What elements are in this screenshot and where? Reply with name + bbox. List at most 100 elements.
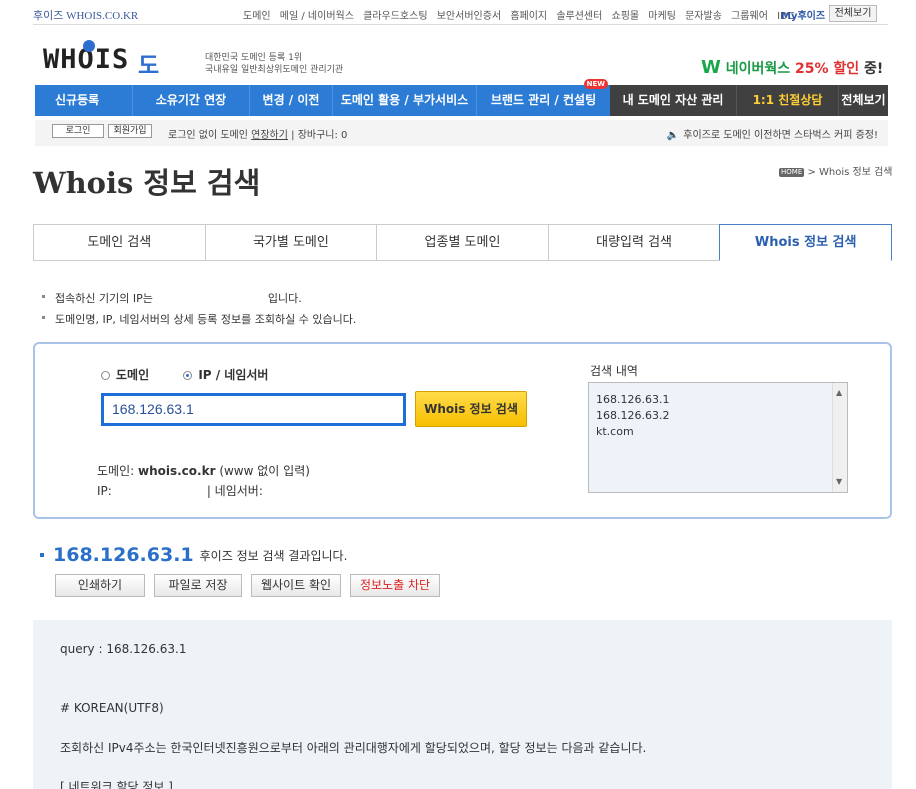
promo-tail: 중! — [864, 61, 884, 77]
logo-dot-icon — [83, 40, 95, 52]
top-link-mail[interactable]: 메일 / 네이버웍스 — [280, 11, 354, 22]
help-domain-pre: 도메인: — [97, 464, 138, 478]
nav-renewal[interactable]: 소유기간 연장 — [133, 85, 250, 116]
radio-ip-nameserver[interactable]: IP / 네임서버 — [183, 368, 268, 382]
tagline-line-2: 국내유일 일반최상위도메인 관리기관 — [205, 65, 344, 75]
radio-domain-label: 도메인 — [116, 368, 150, 382]
promo-naverworks: 네이버웍스 — [725, 61, 791, 77]
search-type-radios: 도메인 IP / 네임서버 — [101, 366, 268, 383]
login-message: 로그인 없이 도메인 연장하기 | 장바구니: 0 — [168, 126, 347, 141]
cart-count[interactable]: | 장바구니: 0 — [291, 130, 347, 141]
main-nav-account: 내 도메인 자산 관리 1:1 친절상담 전체보기 — [610, 85, 888, 116]
save-file-button[interactable]: 파일로 저장 — [154, 574, 242, 597]
top-link-shop[interactable]: 쇼핑몰 — [612, 11, 640, 22]
help-ns-label: | 네임서버: — [206, 484, 263, 498]
login-button[interactable]: 로그인 — [52, 124, 104, 138]
top-link-domain[interactable]: 도메인 — [243, 11, 271, 22]
nav-view-all[interactable]: 전체보기 — [839, 85, 888, 116]
site-name-link[interactable]: 후이즈 WHOIS.CO.KR — [33, 7, 138, 23]
top-link-marketing[interactable]: 마케팅 — [648, 11, 676, 22]
tab-whois-search[interactable]: Whois 정보 검색 — [719, 224, 892, 261]
tab-bulk-search[interactable]: 대량입력 검색 — [547, 224, 720, 261]
main-nav: 신규등록 소유기간 연장 변경 / 이전 도메인 활용 / 부가서비스 브랜드 … — [35, 79, 888, 116]
my-whois-link[interactable]: My후이즈 — [781, 7, 825, 22]
result-encoding-line: # KOREAN(UTF8) — [60, 701, 164, 715]
notice-ip: 접속하신 기기의 IP는 입니다. — [40, 290, 356, 306]
result-suffix: 후이즈 정보 검색 결과입니다. — [199, 548, 348, 563]
radio-ip-label: IP / 네임서버 — [198, 368, 269, 382]
top-service-links: 도메인 메일 / 네이버웍스 클라우드호스팅 보안서버인증서 홈페이지 솔루션센… — [243, 7, 801, 22]
top-link-homepage[interactable]: 홈페이지 — [510, 11, 547, 22]
breadcrumb-current: > Whois 정보 검색 — [807, 167, 893, 178]
nav-new-registration[interactable]: 신규등록 — [35, 85, 133, 116]
nav-change-transfer[interactable]: 변경 / 이전 — [250, 85, 333, 116]
notice-ip-pre: 접속하신 기기의 IP는 — [55, 292, 153, 305]
search-tabs: 도메인 검색 국가별 도메인 업종별 도메인 대량입력 검색 Whois 정보 … — [33, 224, 892, 261]
help-domain-example: whois.co.kr — [137, 464, 216, 478]
help-domain: 도메인: whois.co.kr (www 없이 입력) — [97, 462, 310, 479]
view-all-button[interactable]: 전체보기 — [829, 5, 877, 22]
search-history-list[interactable]: 168.126.63.1 168.126.63.2 kt.com ▲ ▼ — [588, 382, 848, 493]
login-bar: 로그인 회원가입 로그인 없이 도메인 연장하기 | 장바구니: 0 🔈 후이즈로… — [35, 120, 888, 146]
tab-domain-search[interactable]: 도메인 검색 — [33, 224, 205, 261]
nav-consult[interactable]: 1:1 친절상담 — [737, 85, 839, 116]
check-website-button[interactable]: 웹사이트 확인 — [251, 574, 341, 597]
main-nav-services: 신규등록 소유기간 연장 변경 / 이전 도메인 활용 / 부가서비스 브랜드 … — [35, 79, 610, 116]
top-link-solution[interactable]: 솔루션센터 — [556, 11, 602, 22]
tab-country-domain[interactable]: 국가별 도메인 — [204, 224, 377, 261]
naverworks-icon: W — [701, 57, 721, 78]
radio-domain[interactable]: 도메인 — [101, 368, 149, 382]
history-item[interactable]: 168.126.63.2 — [596, 408, 840, 424]
notice-ip-post: 입니다. — [267, 292, 302, 305]
home-icon[interactable]: HOME — [779, 167, 805, 177]
history-scrollbar[interactable]: ▲ ▼ — [832, 383, 847, 492]
promo-banner[interactable]: W 네이버웍스 25% 할인 중! — [701, 57, 883, 78]
whois-query-input[interactable]: 168.126.63.1 — [101, 393, 406, 426]
top-link-cloud[interactable]: 클라우드호스팅 — [363, 11, 427, 22]
new-badge: NEW — [583, 79, 608, 89]
tagline-line-1: 대한민국 도메인 등록 1위 — [205, 53, 303, 63]
join-button[interactable]: 회원가입 — [108, 124, 152, 138]
chevron-up-icon[interactable]: ▲ — [836, 385, 842, 401]
whois-result-panel: query : 168.126.63.1 # KOREAN(UTF8) 조회하신… — [33, 620, 892, 789]
result-bullet — [40, 553, 44, 557]
transfer-promo-text: 후이즈로 도메인 이전하면 스타벅스 커피 증정! — [683, 130, 878, 141]
help-ip-label: IP: — [97, 484, 112, 498]
help-domain-post: (www 없이 입력) — [215, 464, 310, 478]
logo-tagline: 대한민국 도메인 등록 1위 국내유일 일반최상위도메인 관리기관 — [205, 52, 343, 76]
radio-ip-circle[interactable] — [183, 371, 193, 380]
transfer-promo[interactable]: 🔈 후이즈로 도메인 이전하면 스타벅스 커피 증정! — [667, 126, 878, 141]
history-label: 검색 내역 — [590, 364, 638, 378]
result-query-line: query : 168.126.63.1 — [60, 642, 187, 656]
promo-discount: 25% 할인 — [795, 61, 860, 77]
nav-brand[interactable]: 브랜드 관리 / 컨설팅 NEW — [477, 79, 610, 116]
speaker-icon: 🔈 — [666, 130, 680, 141]
print-button[interactable]: 인쇄하기 — [55, 574, 145, 597]
nav-brand-label: 브랜드 관리 / 컨설팅 — [490, 93, 597, 107]
page-title: Whois 정보 검색 — [33, 166, 261, 200]
renew-without-login-link[interactable]: 연장하기 — [251, 130, 288, 141]
nav-my-assets[interactable]: 내 도메인 자산 관리 — [610, 85, 737, 116]
result-header: 168.126.63.1 후이즈 정보 검색 결과입니다. — [40, 544, 347, 566]
search-panel: 도메인 IP / 네임서버 168.126.63.1 Whois 정보 검색 도… — [33, 342, 892, 519]
result-description-line: 조회하신 IPv4주소는 한국인터넷진흥원으로부터 아래의 관리대행자에게 할당… — [60, 741, 647, 755]
login-msg-pre: 로그인 없이 도메인 — [168, 130, 248, 141]
block-info-exposure-button[interactable]: 정보노출 차단 — [350, 574, 440, 597]
top-link-sms[interactable]: 문자발송 — [685, 11, 722, 22]
top-link-ssl[interactable]: 보안서버인증서 — [437, 11, 501, 22]
notice-desc: 도메인명, IP, 네임서버의 상세 등록 정보를 조회하실 수 있습니다. — [40, 311, 356, 327]
chevron-down-icon[interactable]: ▼ — [836, 474, 842, 490]
breadcrumb: HOME > Whois 정보 검색 — [779, 163, 893, 178]
result-ip: 168.126.63.1 — [53, 544, 194, 566]
top-link-groupware[interactable]: 그룹웨어 — [731, 11, 768, 22]
history-item[interactable]: 168.126.63.1 — [596, 392, 840, 408]
result-section-heading: [ 네트워크 할당 정보 ] — [60, 780, 173, 789]
tab-industry-domain[interactable]: 업종별 도메인 — [376, 224, 548, 261]
radio-domain-circle[interactable] — [101, 371, 110, 380]
history-item[interactable]: kt.com — [596, 424, 840, 440]
whois-search-button[interactable]: Whois 정보 검색 — [415, 391, 527, 427]
nav-utilization[interactable]: 도메인 활용 / 부가서비스 — [333, 85, 477, 116]
top-utility-bar: 후이즈 WHOIS.CO.KR 도메인 메일 / 네이버웍스 클라우드호스팅 보… — [0, 0, 916, 26]
top-divider — [33, 24, 888, 25]
help-ip: IP: | 네임서버: — [97, 482, 263, 499]
